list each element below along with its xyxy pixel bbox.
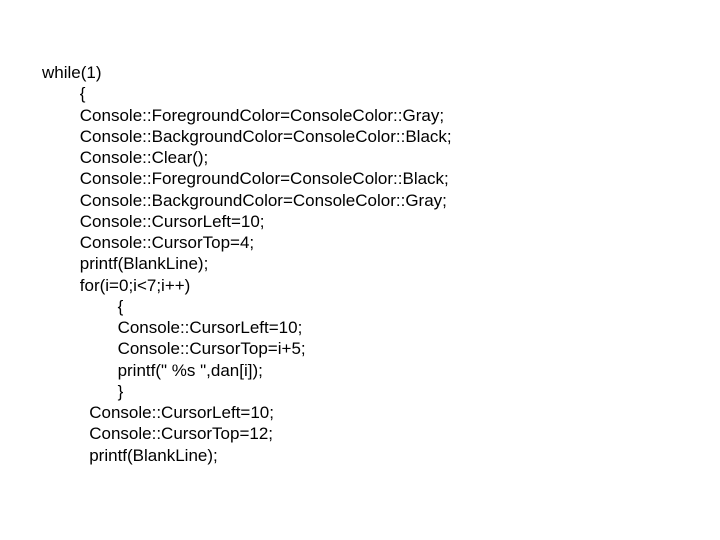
- code-line: printf(" %s ",dan[i]);: [42, 360, 720, 381]
- code-line: Console::CursorTop=i+5;: [42, 338, 720, 359]
- code-line: printf(BlankLine);: [42, 445, 720, 466]
- code-line: Console::BackgroundColor=ConsoleColor::G…: [42, 190, 720, 211]
- code-line: for(i=0;i<7;i++): [42, 275, 720, 296]
- code-line: }: [42, 381, 720, 402]
- code-line: while(1): [42, 62, 720, 83]
- code-line: Console::CursorLeft=10;: [42, 402, 720, 423]
- code-line: Console::CursorTop=12;: [42, 423, 720, 444]
- code-line: printf(BlankLine);: [42, 253, 720, 274]
- code-line: {: [42, 83, 720, 104]
- code-line: Console::CursorLeft=10;: [42, 211, 720, 232]
- code-line: Console::CursorLeft=10;: [42, 317, 720, 338]
- code-block: while(1) { Console::ForegroundColor=Cons…: [0, 0, 720, 466]
- code-line: Console::CursorTop=4;: [42, 232, 720, 253]
- code-line: {: [42, 296, 720, 317]
- code-line: Console::ForegroundColor=ConsoleColor::B…: [42, 168, 720, 189]
- code-line: Console::BackgroundColor=ConsoleColor::B…: [42, 126, 720, 147]
- code-line: Console::Clear();: [42, 147, 720, 168]
- code-line: Console::ForegroundColor=ConsoleColor::G…: [42, 105, 720, 126]
